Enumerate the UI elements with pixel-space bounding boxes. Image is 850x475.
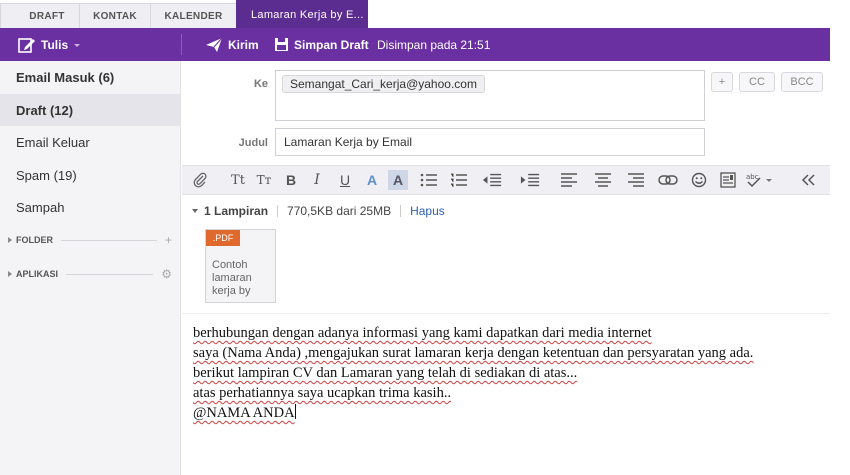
sidebar-item-draft[interactable]: Draft (12) xyxy=(0,94,180,126)
attachment-count[interactable]: 1 Lampiran xyxy=(204,204,268,218)
sidebar-item-sent[interactable]: Email Keluar xyxy=(0,126,180,158)
tab-current-message[interactable]: Lamaran Kerja by E... xyxy=(236,0,368,28)
attachment-file-name: Contoh lamaran kerja by xyxy=(212,259,252,297)
expand-triangle-icon xyxy=(8,237,12,243)
expand-triangle-icon xyxy=(8,271,12,277)
attachment-file-card[interactable]: .PDF Contoh lamaran kerja by xyxy=(205,229,276,303)
body-signature: @NAMA ANDA xyxy=(193,405,295,421)
add-recipient-button[interactable]: + xyxy=(711,72,733,92)
chevron-down-icon xyxy=(74,43,81,47)
italic-icon[interactable]: I xyxy=(307,170,327,190)
attachment-divider xyxy=(400,205,402,217)
text-cursor xyxy=(294,404,296,419)
format-toolbar: Tt Tт B I U A A abc xyxy=(182,165,830,195)
attachment-size: 770,5KB dari 25MB xyxy=(287,204,392,218)
send-label: Kirim xyxy=(228,37,259,52)
apps-section-label: APLIKASI xyxy=(16,269,59,279)
apps-section[interactable]: APLIKASI ⚙ xyxy=(0,266,180,282)
align-right-icon[interactable] xyxy=(626,170,646,190)
sidebar-item-trash[interactable]: Sampah xyxy=(0,191,180,223)
floppy-disk-icon xyxy=(275,38,288,51)
compose-toolbar: Tulis Kirim Simpan Draft Disimpan pada 2… xyxy=(0,28,830,61)
add-folder-icon[interactable]: + xyxy=(165,233,172,247)
body-signature-line: @NAMA ANDA xyxy=(193,403,823,423)
numbered-list-icon[interactable] xyxy=(449,170,469,190)
send-button[interactable]: Kirim xyxy=(205,28,259,61)
section-divider xyxy=(61,239,157,241)
align-left-icon[interactable] xyxy=(559,170,579,190)
body-line: berhubungan dengan adanya informasi yang… xyxy=(193,325,652,341)
toolbar-divider xyxy=(181,34,182,55)
bold-icon[interactable]: B xyxy=(281,170,301,190)
delete-attachment-link[interactable]: Hapus xyxy=(410,204,445,218)
to-field[interactable]: Semangat_Cari_kerja@yahoo.com xyxy=(275,70,705,121)
compose-button[interactable]: Tulis xyxy=(18,28,82,61)
body-line: berikut lampiran CV dan Lamaran yang tel… xyxy=(193,365,578,381)
svg-text:abc: abc xyxy=(746,173,759,181)
insert-image-icon[interactable] xyxy=(718,170,738,190)
save-status: Disimpan pada 21:51 xyxy=(377,37,491,52)
font-size-icon[interactable]: Tт xyxy=(254,170,274,190)
folder-section[interactable]: FOLDER + xyxy=(0,232,180,248)
sidebar-item-spam[interactable]: Spam (19) xyxy=(0,159,180,191)
bcc-button[interactable]: BCC xyxy=(781,72,823,92)
compose-panel: Ke Semangat_Cari_kerja@yahoo.com + CC BC… xyxy=(182,61,830,475)
folder-section-label: FOLDER xyxy=(16,235,53,245)
gear-icon[interactable]: ⚙ xyxy=(161,267,172,281)
subject-field[interactable]: Lamaran Kerja by Email xyxy=(275,128,705,156)
paperclip-icon[interactable] xyxy=(190,170,210,190)
pencil-icon xyxy=(18,37,35,53)
to-label: Ke xyxy=(253,78,268,90)
indent-icon[interactable] xyxy=(520,170,540,190)
outdent-icon[interactable] xyxy=(482,170,502,190)
body-line: atas perhatiannya saya ucapkan trima kas… xyxy=(193,385,452,401)
collapse-caret-icon[interactable] xyxy=(192,209,198,213)
sidebar-item-inbox[interactable]: Email Masuk (6) xyxy=(0,61,180,93)
compose-label: Tulis xyxy=(41,37,69,52)
section-divider xyxy=(66,273,154,275)
attachment-divider xyxy=(277,205,279,217)
highlight-color-icon[interactable]: A xyxy=(388,170,408,190)
tab-bar: DRAFT KONTAK KALENDER Lamaran Kerja by E… xyxy=(0,0,850,28)
spellcheck-icon[interactable]: abc xyxy=(744,170,776,190)
pdf-badge: .PDF xyxy=(206,230,240,246)
text-color-icon[interactable]: A xyxy=(362,170,382,190)
subject-label: Judul xyxy=(238,137,268,149)
paper-plane-icon xyxy=(206,37,223,52)
font-family-icon[interactable]: Tt xyxy=(228,170,248,190)
message-body[interactable]: berhubungan dengan adanya informasi yang… xyxy=(193,323,823,423)
align-center-icon[interactable] xyxy=(593,170,613,190)
emoji-icon[interactable] xyxy=(689,170,709,190)
underline-icon[interactable]: U xyxy=(335,170,355,190)
cc-button[interactable]: CC xyxy=(739,72,775,92)
body-divider xyxy=(182,313,830,314)
save-draft-label: Simpan Draft xyxy=(294,37,369,52)
body-line: saya (Nama Anda) ,mengajukan surat lamar… xyxy=(193,345,754,361)
recipient-chip[interactable]: Semangat_Cari_kerja@yahoo.com xyxy=(282,75,485,93)
link-icon[interactable] xyxy=(658,170,678,190)
save-draft-button[interactable]: Simpan Draft xyxy=(274,28,369,61)
bullet-list-icon[interactable] xyxy=(419,170,439,190)
tab-kontak[interactable]: KONTAK xyxy=(79,3,151,28)
attachment-header: 1 Lampiran 770,5KB dari 25MB Hapus xyxy=(192,204,445,218)
tab-kalender[interactable]: KALENDER xyxy=(150,3,237,28)
collapse-toolbar-icon[interactable] xyxy=(798,170,818,190)
folder-sidebar: Email Masuk (6) Draft (12) Email Keluar … xyxy=(0,61,181,475)
